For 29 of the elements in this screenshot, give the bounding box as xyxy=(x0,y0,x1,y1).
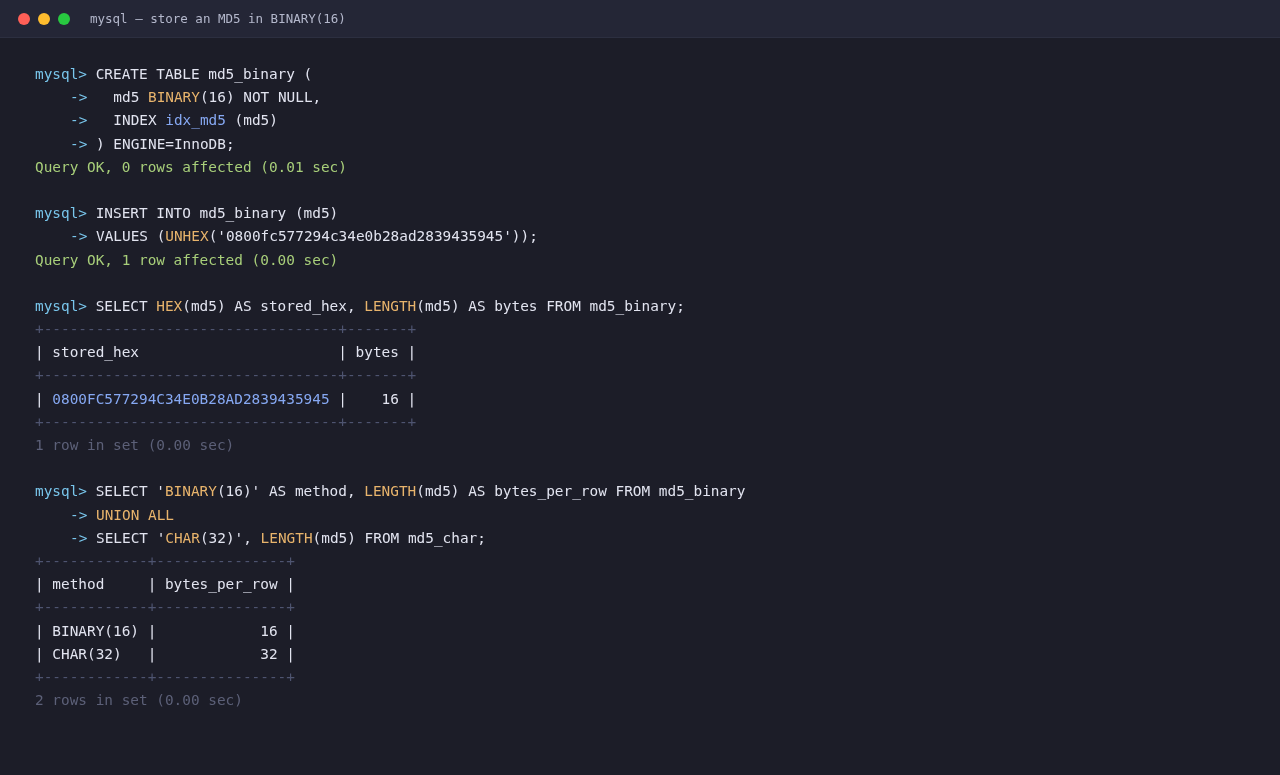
table-border: +------------+---------------+ xyxy=(35,598,296,618)
command-line: -> md5 BINARY(16) NOT NULL, xyxy=(69,88,323,108)
zoom-button[interactable] xyxy=(58,12,70,25)
table-row-text: | stored_hex | bytes | xyxy=(35,343,418,363)
command-line: -> UNION ALL xyxy=(69,505,175,525)
table-row-text: | CHAR(32) | 32 | xyxy=(35,644,296,665)
status-line: Query OK, 0 rows affected (0.01 sec) xyxy=(35,157,348,177)
command-line: mysql> SELECT 'BINARY(16)' AS method, LENGTH(md5) AS bytes_per_row FROM md5_binary xyxy=(35,482,747,502)
window-title: mysql — store an MD5 in BINARY(16) xyxy=(90,11,346,26)
command-line: mysql> CREATE TABLE md5_binary ( xyxy=(35,65,314,85)
command-line: -> ) ENGINE=InnoDB; xyxy=(69,134,236,154)
command-line: -> SELECT 'CHAR(32)', LENGTH(md5) FROM md5_char; xyxy=(69,528,487,549)
status-line: Query OK, 1 row affected (0.00 sec) xyxy=(35,250,340,270)
status-line: 1 row in set (0.00 sec) xyxy=(35,436,236,455)
command-line: -> INDEX idx_md5 (md5) xyxy=(69,111,279,131)
table-row-text: | method | bytes_per_row | xyxy=(35,575,296,595)
command-line: -> VALUES (UNHEX('0800fc577294c34e0b28ad2839435945')); xyxy=(69,227,539,247)
table-row-text: | 0800FC577294C34E0B28AD2839435945 | 16 | xyxy=(35,389,418,410)
table-border: +----------------------------------+-------+ xyxy=(35,320,418,340)
table-border: +------------+---------------+ xyxy=(35,551,296,571)
table-row-text: | BINARY(16) | 16 | xyxy=(35,621,296,642)
close-button[interactable] xyxy=(18,12,30,25)
table-border: +------------+---------------+ xyxy=(35,667,296,687)
command-line: mysql> INSERT INTO md5_binary (md5) xyxy=(35,204,340,224)
table-border: +----------------------------------+-------+ xyxy=(35,412,418,432)
status-line: 2 rows in set (0.00 sec) xyxy=(35,691,244,711)
table-border: +----------------------------------+-------+ xyxy=(35,366,418,386)
minimize-button[interactable] xyxy=(38,12,50,25)
command-line: mysql> SELECT HEX(md5) AS stored_hex, LENGTH(md5) AS bytes FROM md5_binary; xyxy=(35,296,686,317)
